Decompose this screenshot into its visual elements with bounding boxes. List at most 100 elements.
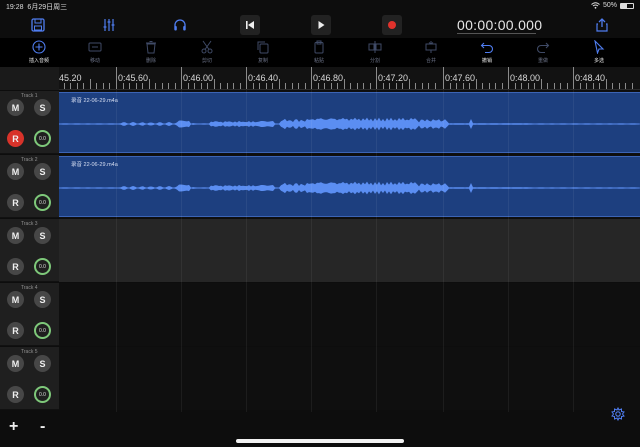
toolbar-label: 删除 [145, 58, 156, 64]
volume-knob[interactable]: 0.0 [34, 386, 51, 403]
mute-button[interactable]: M [7, 291, 24, 308]
ruler-minor-tick [265, 83, 267, 89]
undo-icon [480, 40, 494, 54]
mute-button[interactable]: M [7, 355, 24, 372]
toolbar-split-button[interactable]: 分割 [355, 40, 395, 66]
track-lane[interactable] [59, 347, 640, 410]
ruler-minor-tick [449, 83, 451, 89]
save-icon[interactable] [27, 14, 49, 36]
toolbar-copy-button[interactable]: 复制 [243, 40, 283, 66]
edit-toolbar: 插入音频 移动 删除 剪切 复制 粘贴 分割 合并 撤销 重做 多选 [0, 38, 640, 67]
ruler-minor-tick [102, 83, 104, 89]
ruler-minor-tick [631, 83, 633, 89]
solo-button[interactable]: S [34, 291, 51, 308]
toolbar-undo-button[interactable]: 撤销 [467, 40, 507, 66]
ruler-minor-tick [83, 83, 84, 89]
rewind-button[interactable] [240, 15, 260, 35]
track-header: Track 2 M S R 0.0 [0, 155, 59, 218]
track-name: Track 2 [21, 157, 38, 163]
ruler-minor-tick [540, 79, 542, 89]
solo-button[interactable]: S [34, 355, 51, 372]
toolbar-scissors-button[interactable]: 剪切 [187, 40, 227, 66]
ruler-minor-tick [363, 83, 364, 89]
track-header: Track 4 M S R 0.0 [0, 283, 59, 346]
track-lane[interactable]: 录音 22-06-29.m4a [59, 91, 640, 154]
add-track-button[interactable]: + [9, 418, 18, 436]
solo-button[interactable]: S [34, 163, 51, 180]
timeline-ruler[interactable]: 45.20 0:45.60 0:46.00 0:46.40 0:46.80 0:47.20… [59, 67, 640, 90]
ruler-minor-tick [514, 83, 516, 89]
solo-button[interactable]: S [34, 99, 51, 116]
ruler-minor-tick [298, 83, 299, 89]
record-arm-button[interactable]: R [7, 258, 24, 275]
toolbar-redo-button[interactable]: 重做 [523, 40, 563, 66]
ruler-minor-tick [547, 83, 548, 89]
record-button[interactable] [382, 15, 402, 35]
record-arm-button[interactable]: R [7, 386, 24, 403]
mute-button[interactable]: M [7, 227, 24, 244]
toolbar-label: 撤销 [481, 58, 492, 64]
ruler-major-tick [508, 67, 509, 89]
ruler-minor-tick [495, 83, 496, 89]
skip-back-icon [246, 21, 254, 29]
track-lane[interactable]: 录音 22-06-29.m4a [59, 155, 640, 218]
ruler-minor-tick [96, 83, 97, 89]
toolbar-plus-circle-button[interactable]: 插入音频 [19, 40, 59, 66]
ruler-minor-tick [350, 83, 351, 89]
audio-clip[interactable]: 录音 22-06-29.m4a [59, 92, 640, 153]
toolbar-move-button[interactable]: 移动 [75, 40, 115, 66]
share-icon[interactable] [591, 14, 613, 36]
volume-knob[interactable]: 0.0 [34, 194, 51, 211]
ruler-major-tick [311, 67, 312, 89]
ruler-minor-tick [560, 83, 561, 89]
ruler-minor-tick [415, 83, 416, 89]
track-name: Track 3 [21, 221, 38, 227]
track-header: Track 1 M S R 0.0 [0, 91, 59, 154]
ruler-minor-tick [337, 83, 338, 89]
ruler-label: 0:47.60 [445, 73, 476, 83]
record-arm-button[interactable]: R [7, 194, 24, 211]
ruler-minor-tick [521, 83, 522, 89]
mute-button[interactable]: M [7, 99, 24, 116]
track-lane[interactable] [59, 283, 640, 346]
audio-clip[interactable]: 录音 22-06-29.m4a [59, 156, 640, 217]
ruler-minor-tick [168, 83, 169, 89]
ruler-minor-tick [369, 83, 371, 89]
remove-track-button[interactable]: - [40, 418, 45, 436]
ruler-minor-tick [553, 83, 555, 89]
toolbar-merge-button[interactable]: 合并 [411, 40, 451, 66]
toolbar-trash-button[interactable]: 删除 [131, 40, 171, 66]
ruler-major-tick [116, 67, 117, 89]
record-arm-button[interactable]: R [7, 322, 24, 339]
ruler-minor-tick [142, 83, 143, 89]
ruler-minor-tick [534, 83, 535, 89]
paste-icon [312, 40, 326, 54]
volume-knob[interactable]: 0.0 [34, 258, 51, 275]
volume-knob[interactable]: 0.0 [34, 322, 51, 339]
status-bar: 19:28 6月29日周三 50% [0, 0, 640, 12]
ruler-minor-tick [76, 83, 78, 89]
toolbar-label: 分割 [369, 58, 380, 64]
cursor-icon [592, 40, 606, 54]
mute-button[interactable]: M [7, 163, 24, 180]
volume-knob[interactable]: 0.0 [34, 130, 51, 147]
ruler-minor-tick [291, 83, 293, 89]
ruler-major-tick [443, 67, 444, 89]
ruler-minor-tick [109, 83, 110, 89]
play-button[interactable] [311, 15, 331, 35]
ruler-label: 0:48.40 [575, 73, 606, 83]
toolbar-paste-button[interactable]: 粘贴 [299, 40, 339, 66]
waveform [59, 117, 640, 131]
ruler-minor-tick [63, 83, 65, 89]
record-arm-button[interactable]: R [7, 130, 24, 147]
settings-gear-icon[interactable] [611, 407, 625, 421]
ruler-minor-tick [89, 79, 91, 89]
ruler-minor-tick [200, 83, 202, 89]
ruler-label: 0:46.00 [183, 73, 214, 83]
toolbar-cursor-button[interactable]: 多选 [579, 40, 619, 66]
headphones-icon[interactable] [169, 14, 191, 36]
solo-button[interactable]: S [34, 227, 51, 244]
mixer-icon[interactable] [98, 14, 120, 36]
ruler-minor-tick [285, 83, 286, 89]
track-lane[interactable] [59, 219, 640, 282]
